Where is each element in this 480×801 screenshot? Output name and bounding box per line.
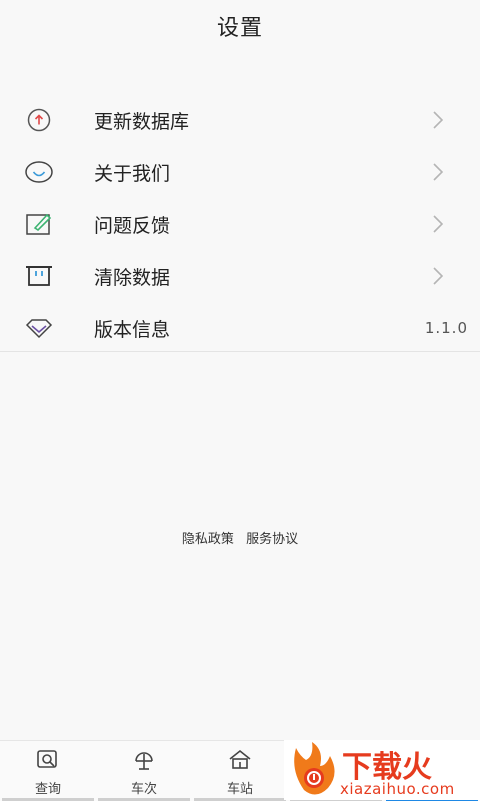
privacy-policy-link[interactable]: 隐私政策 <box>182 532 234 547</box>
tab-trains[interactable]: 车次 <box>96 741 192 801</box>
train-icon <box>135 752 153 770</box>
top-bar: 设置 <box>0 0 480 52</box>
diamond-icon <box>24 315 54 341</box>
watermark-logo: 下载火 xiazaihuo.com <box>284 740 480 800</box>
menu-item-version-info[interactable]: 版本信息 1.1.0 <box>0 302 480 354</box>
watermark-domain: xiazaihuo.com <box>340 780 455 798</box>
menu-item-label: 清除数据 <box>94 266 171 289</box>
chevron-right-icon <box>433 215 444 233</box>
chevron-right-icon <box>433 111 444 129</box>
chevron-right-icon <box>433 267 444 285</box>
search-doc-icon <box>37 750 57 768</box>
upload-circle-icon <box>24 107 54 133</box>
trash-icon <box>24 263 54 289</box>
menu-item-about-us[interactable]: 关于我们 <box>0 146 480 198</box>
edit-icon <box>24 211 54 237</box>
smile-icon <box>24 159 54 185</box>
menu-item-feedback[interactable]: 问题反馈 <box>0 198 480 250</box>
tab-label: 车站 <box>226 782 253 797</box>
tab-query[interactable]: 查询 <box>0 741 96 801</box>
menu-item-label: 关于我们 <box>94 162 171 185</box>
menu-item-label: 更新数据库 <box>94 110 190 133</box>
menu-divider <box>0 351 480 352</box>
page-title: 设置 <box>216 16 263 41</box>
menu-item-label: 问题反馈 <box>94 214 171 237</box>
menu-item-clear-data[interactable]: 清除数据 <box>0 250 480 302</box>
tab-stations[interactable]: 车站 <box>192 741 288 801</box>
footer-links: 隐私政策 服务协议 <box>0 528 480 547</box>
chevron-right-icon <box>433 163 444 181</box>
fire-logo-icon <box>294 742 335 795</box>
menu-item-update-database[interactable]: 更新数据库 <box>0 94 480 146</box>
version-value: 1.1.0 <box>424 319 468 337</box>
menu-item-label: 版本信息 <box>94 318 171 341</box>
station-home-icon <box>229 749 251 769</box>
settings-menu: 更新数据库 关于我们 问题反馈 清除数据 版本信息 1.1.0 <box>0 94 480 354</box>
service-agreement-link[interactable]: 服务协议 <box>246 532 298 547</box>
tab-label: 车次 <box>130 782 157 797</box>
tab-label: 查询 <box>34 782 61 797</box>
